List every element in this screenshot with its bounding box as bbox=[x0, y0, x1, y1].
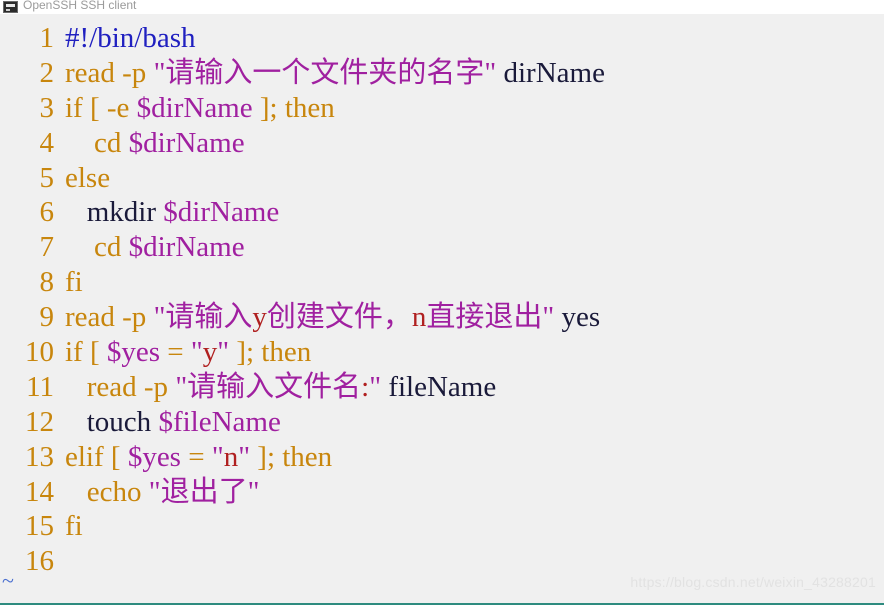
line-number: 3 bbox=[39, 91, 55, 124]
code-line[interactable]: 3 if [ -e $dirName ]; then bbox=[0, 91, 884, 126]
line-number: 8 bbox=[39, 266, 55, 299]
code-token: 直接退出" bbox=[426, 301, 555, 334]
line-number: 12 bbox=[25, 405, 54, 438]
line-number: 15 bbox=[25, 510, 54, 543]
code-token: #!/bin/bash bbox=[65, 22, 196, 54]
code-line[interactable]: 6 mkdir $dirName bbox=[0, 195, 884, 230]
code-token: " bbox=[369, 370, 382, 403]
code-line[interactable]: 4 cd $dirName bbox=[0, 126, 884, 161]
code-token: : bbox=[361, 370, 370, 403]
code-line[interactable]: 5 else bbox=[0, 161, 884, 196]
code-token: "请输入文件名 bbox=[175, 370, 362, 403]
code-line[interactable]: 11 read -p "请输入文件名:" fileName bbox=[0, 370, 884, 405]
code-line-text[interactable]: touch $fileName bbox=[54, 405, 884, 440]
code-line-text[interactable]: read -p "请输入y创建文件，n直接退出" yes bbox=[54, 300, 884, 335]
code-token: fileName bbox=[381, 370, 497, 403]
code-token: "退出了" bbox=[148, 475, 260, 508]
code-line-text[interactable]: read -p "请输入一个文件夹的名字" dirName bbox=[54, 56, 884, 91]
code-token: touch bbox=[65, 405, 159, 438]
window-titlebar[interactable]: OpenSSH SSH client bbox=[0, 0, 884, 14]
code-token: fi bbox=[65, 266, 83, 299]
code-token: else bbox=[65, 161, 111, 194]
code-token: "请输入 bbox=[153, 301, 253, 334]
line-number: 14 bbox=[25, 475, 54, 508]
code-line[interactable]: 2 read -p "请输入一个文件夹的名字" dirName bbox=[0, 56, 884, 91]
code-token: " bbox=[211, 440, 224, 473]
code-line[interactable]: 10 if [ $yes = "y" ]; then bbox=[0, 335, 884, 370]
code-token: $dirName bbox=[128, 126, 245, 159]
code-editor-area[interactable]: 1 #!/bin/bash 2 read -p "请输入一个文件夹的名字" dirNa… bbox=[0, 14, 884, 603]
code-line[interactable]: 15 fi bbox=[0, 509, 884, 544]
code-line[interactable]: 8 fi bbox=[0, 265, 884, 300]
line-number: 4 bbox=[39, 126, 55, 159]
code-token: yes bbox=[554, 301, 601, 334]
code-token: $yes bbox=[106, 336, 161, 369]
code-line[interactable]: 1 #!/bin/bash bbox=[0, 21, 884, 56]
code-token: $dirName bbox=[163, 196, 280, 229]
code-token: fi bbox=[65, 510, 83, 543]
terminal-window: OpenSSH SSH client 1 #!/bin/bash 2 read -p … bbox=[0, 0, 884, 605]
code-line-text[interactable]: read -p "请输入文件名:" fileName bbox=[54, 370, 884, 405]
code-token: if [ -e bbox=[65, 91, 137, 124]
code-token: $yes bbox=[127, 440, 181, 473]
code-line-text[interactable]: fi bbox=[54, 509, 884, 544]
code-token: read -p bbox=[65, 370, 176, 403]
window-title: OpenSSH SSH client bbox=[23, 0, 137, 12]
code-line-text[interactable]: fi bbox=[54, 265, 884, 300]
code-token: mkdir bbox=[65, 196, 164, 229]
code-line[interactable]: 7 cd $dirName bbox=[0, 230, 884, 265]
line-number: 1 bbox=[39, 22, 55, 54]
code-line-text[interactable]: cd $dirName bbox=[54, 126, 884, 161]
code-line-text[interactable]: echo "退出了" bbox=[54, 475, 884, 510]
code-token: y bbox=[202, 336, 218, 369]
code-line[interactable]: 14 echo "退出了" bbox=[0, 475, 884, 510]
code-line[interactable]: 12 touch $fileName bbox=[0, 405, 884, 440]
code-token: if [ bbox=[65, 336, 107, 369]
code-token: read -p bbox=[65, 56, 154, 89]
line-number: 10 bbox=[25, 336, 54, 369]
code-line-text[interactable]: #!/bin/bash bbox=[54, 21, 884, 56]
code-line-text[interactable]: if [ $yes = "y" ]; then bbox=[54, 335, 884, 370]
code-token: " bbox=[217, 336, 230, 369]
code-token: ]; then bbox=[252, 91, 335, 124]
line-number: 7 bbox=[39, 231, 55, 264]
code-token: read -p bbox=[65, 301, 154, 334]
code-token: echo bbox=[65, 475, 149, 508]
code-token: cd bbox=[65, 231, 129, 264]
code-line-text[interactable]: cd $dirName bbox=[54, 230, 884, 265]
code-token: cd bbox=[65, 126, 129, 159]
line-number: 2 bbox=[39, 56, 55, 89]
code-token: = bbox=[160, 336, 191, 369]
code-token: $dirName bbox=[136, 91, 253, 124]
code-token: n bbox=[223, 440, 239, 473]
code-line-text[interactable]: else bbox=[54, 161, 884, 196]
code-token: ]; then bbox=[229, 336, 312, 369]
code-token: elif [ bbox=[65, 440, 128, 473]
code-line[interactable]: 9 read -p "请输入y创建文件，n直接退出" yes bbox=[0, 300, 884, 335]
code-token: $dirName bbox=[128, 231, 245, 264]
watermark: https://blog.csdn.net/weixin_43288201 bbox=[630, 574, 876, 590]
code-token: 创建文件， bbox=[266, 301, 412, 334]
code-line-text[interactable]: mkdir $dirName bbox=[54, 195, 884, 230]
code-token: y bbox=[252, 301, 267, 334]
code-token: " bbox=[190, 336, 203, 369]
code-token: " bbox=[238, 440, 251, 473]
code-line[interactable]: 13 elif [ $yes = "n" ]; then bbox=[0, 440, 884, 475]
code-token: = bbox=[180, 440, 212, 473]
code-token: "请输入一个文件夹的名字" bbox=[153, 56, 497, 89]
console-icon bbox=[3, 1, 18, 13]
line-number: 6 bbox=[39, 196, 55, 229]
vim-empty-line-marker: ~ bbox=[2, 568, 14, 593]
code-line-text[interactable]: elif [ $yes = "n" ]; then bbox=[54, 440, 884, 475]
line-number: 9 bbox=[39, 301, 55, 334]
code-token: $fileName bbox=[158, 405, 281, 438]
code-token: ]; then bbox=[250, 440, 333, 473]
code-line-text[interactable]: if [ -e $dirName ]; then bbox=[54, 91, 884, 126]
code-token: n bbox=[411, 301, 427, 334]
line-number: 5 bbox=[39, 161, 55, 194]
code-token: dirName bbox=[496, 56, 605, 89]
line-number: 13 bbox=[25, 440, 54, 473]
line-number: 11 bbox=[26, 370, 54, 403]
